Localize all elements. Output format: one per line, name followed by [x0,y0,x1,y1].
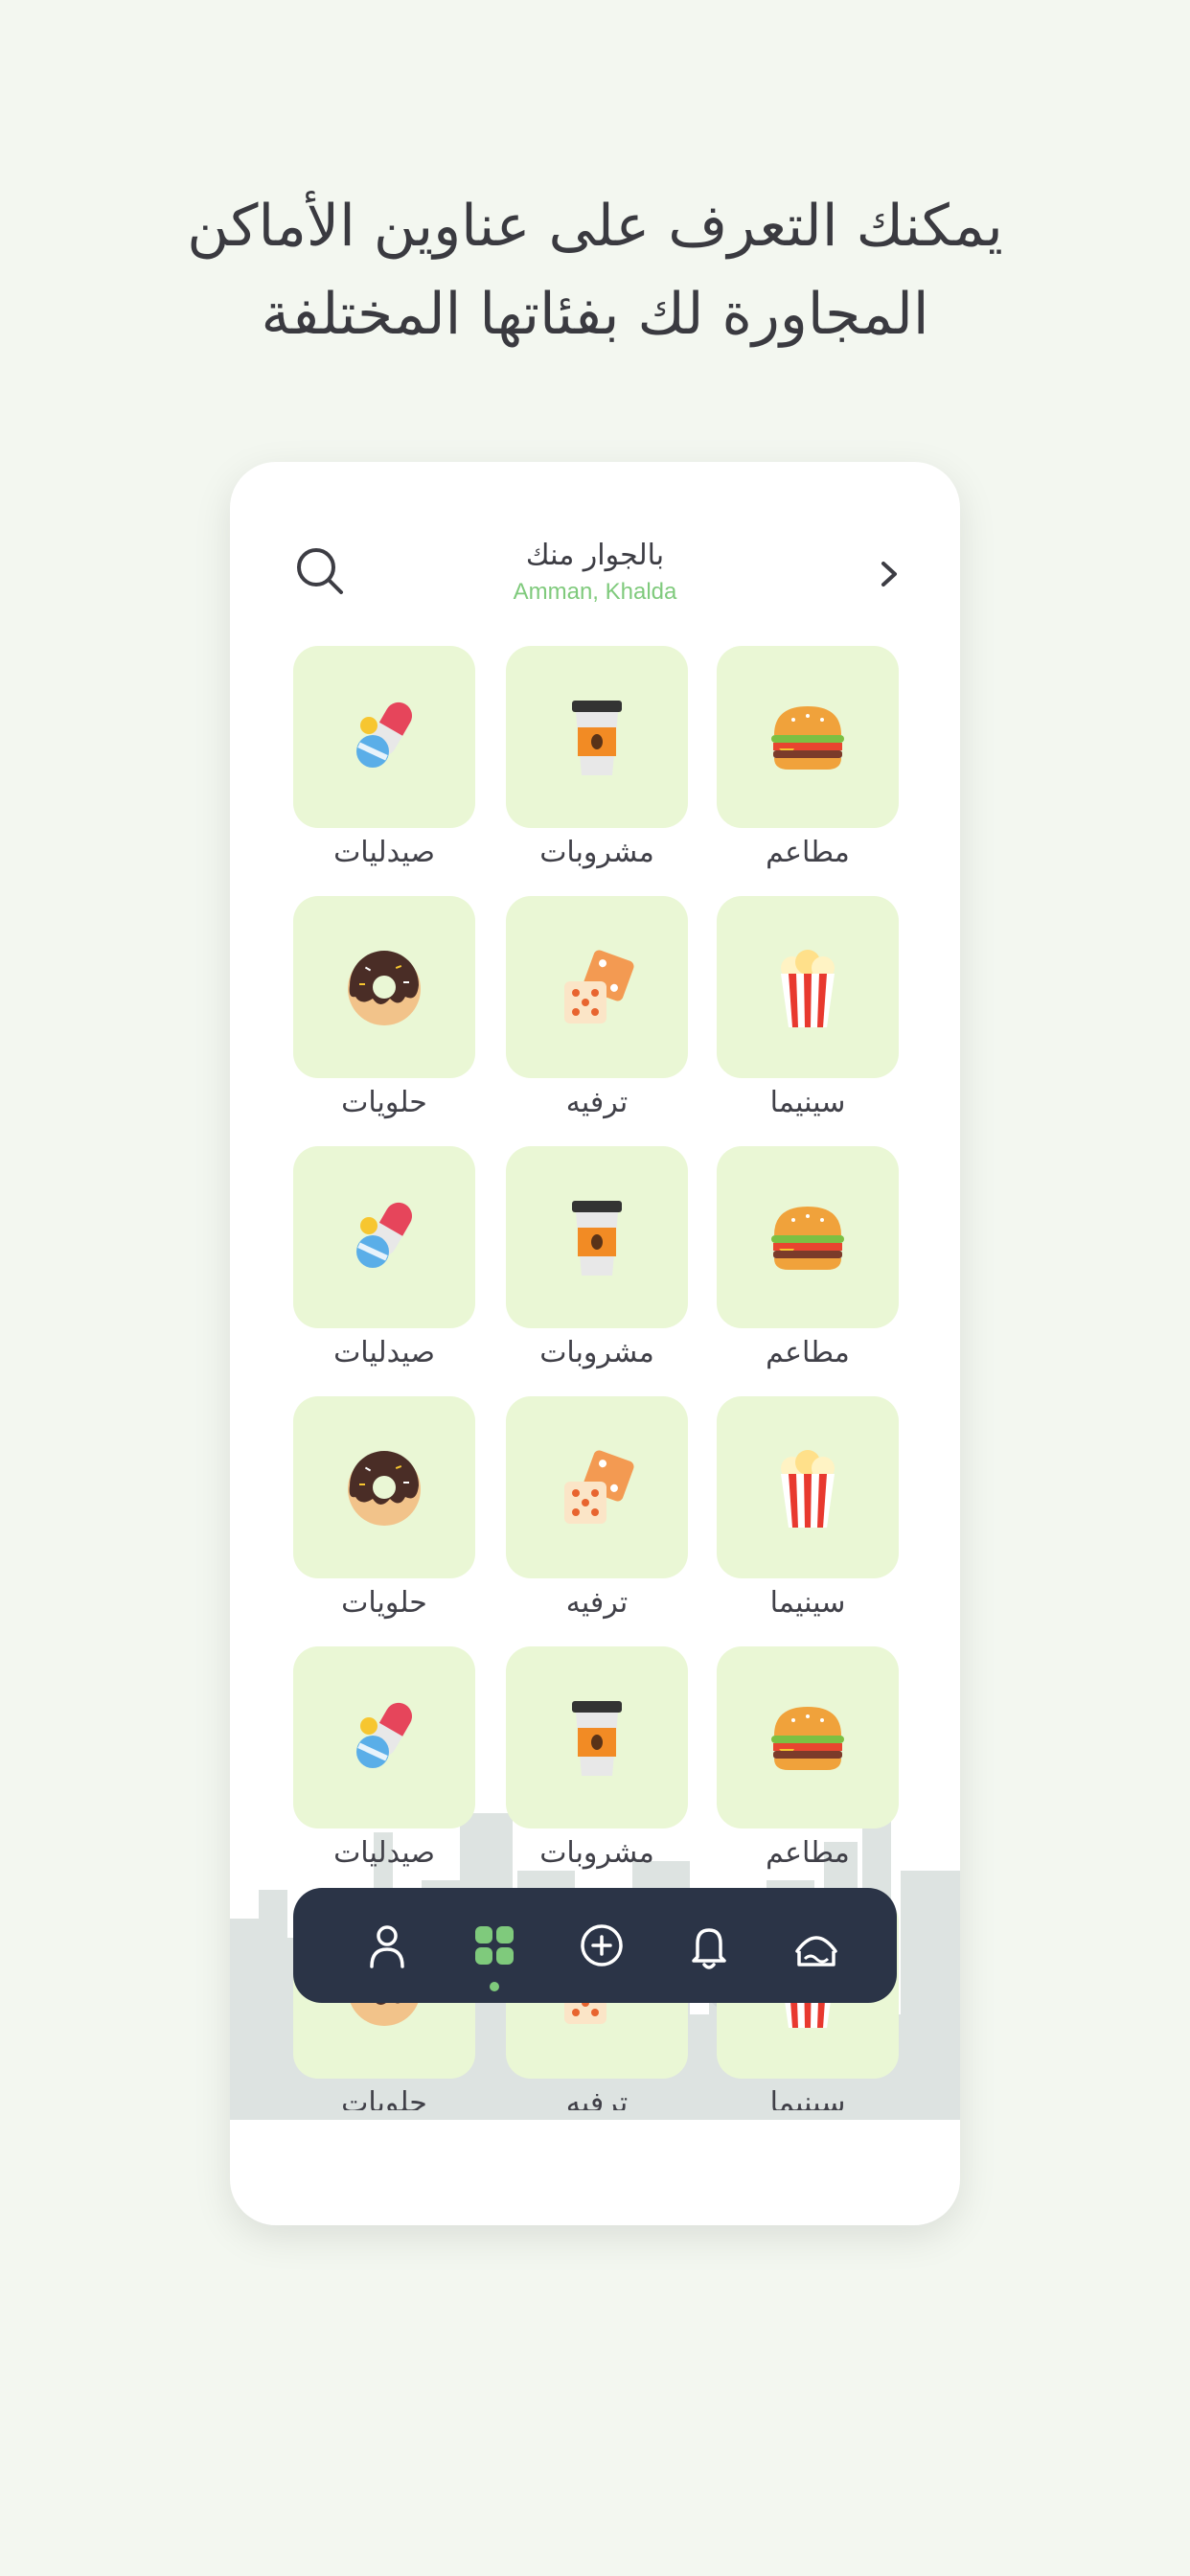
coffee-cup-icon [549,1189,645,1285]
category-tile[interactable] [293,1146,475,1328]
category-label: حلويات [341,1586,427,1620]
category-tile[interactable] [506,1396,688,1578]
donut-icon [336,939,432,1035]
category-tile[interactable] [717,1396,899,1578]
category-tile[interactable] [506,1646,688,1828]
dice-icon [549,1439,645,1535]
active-indicator [490,1982,499,1991]
category-label: مطاعم [766,1336,850,1369]
coffee-cup-icon [549,689,645,785]
add-circle-icon [581,1924,623,1966]
nav-add-circle-button[interactable] [573,1917,630,1974]
category-label: سينيما [769,2086,846,2110]
popcorn-icon [760,1439,856,1535]
burger-icon [760,1189,856,1285]
phone-mockup: بالجوار منك Amman, Khalda مطاعم مشروبات صي… [230,462,960,2225]
category-tile[interactable] [717,1146,899,1328]
nav-profile-button[interactable] [358,1917,416,1974]
category-label: ترفيه [565,1586,629,1620]
category-tile[interactable] [293,1396,475,1578]
bell-icon [692,1928,726,1969]
category-label: سينيما [769,1586,846,1620]
profile-icon [370,1925,404,1968]
headline-line-1: يمكنك التعرف على عناوين الأماكن [187,193,1003,260]
nav-grid-button[interactable] [466,1917,523,1974]
category-label: سينيما [769,1086,846,1119]
nav-bell-button[interactable] [680,1917,738,1974]
category-label: مطاعم [766,1836,850,1870]
pills-icon [336,1690,432,1785]
nav-home-button[interactable] [788,1917,845,1974]
category-label: مشروبات [539,1836,654,1870]
category-label: مشروبات [539,1336,654,1369]
category-tile[interactable] [717,896,899,1078]
home-icon [795,1936,837,1966]
category-tile[interactable] [506,1146,688,1328]
pills-icon [336,689,432,785]
headline: يمكنك التعرف على عناوين الأماكن المجاورة… [0,182,1190,358]
category-tile[interactable] [293,1646,475,1828]
category-label: صيدليات [333,1836,435,1870]
pills-icon [336,1189,432,1285]
category-label: صيدليات [333,1336,435,1369]
popcorn-icon [760,939,856,1035]
category-tile[interactable] [717,1646,899,1828]
category-grid-viewport: مطاعم مشروبات صيدليات سينيما ترفيه حلويات مطاع… [230,462,960,2110]
category-tile[interactable] [506,896,688,1078]
category-tile[interactable] [293,896,475,1078]
category-label: مطاعم [766,836,850,869]
headline-line-2: المجاورة لك بفئاتها المختلفة [261,281,929,348]
dice-icon [549,939,645,1035]
coffee-cup-icon [549,1690,645,1785]
category-label: ترفيه [565,1086,629,1119]
grid-icon [475,1926,514,1965]
burger-icon [760,1690,856,1785]
category-label: ترفيه [565,2086,629,2110]
burger-icon [760,689,856,785]
category-label: حلويات [341,1086,427,1119]
bottom-navigation [293,1888,897,2003]
category-label: حلويات [341,2086,427,2110]
category-tile[interactable] [506,646,688,828]
category-label: صيدليات [333,836,435,869]
category-tile[interactable] [717,646,899,828]
donut-icon [336,1439,432,1535]
category-tile[interactable] [293,646,475,828]
category-label: مشروبات [539,836,654,869]
